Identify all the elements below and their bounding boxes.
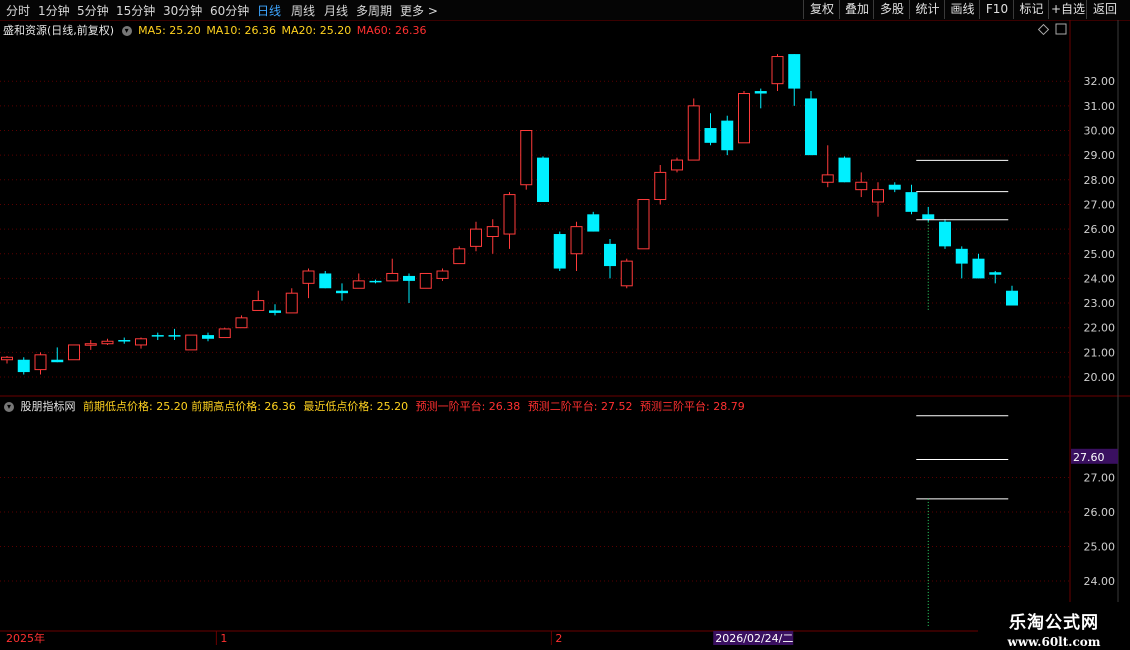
indicator-y-tick-label: 25.00 [1084, 541, 1116, 554]
candle-body-up [252, 300, 265, 311]
candle-body-up [520, 130, 533, 186]
y-tick-label: 21.00 [1084, 346, 1116, 359]
candle-body-up [135, 338, 147, 346]
candle-body-down [972, 258, 985, 279]
candle-body-down [553, 234, 566, 269]
candle-body-up [1, 356, 13, 361]
cursor-date-label: 2026/02/24/二 [715, 632, 793, 645]
candle-body-down [118, 340, 131, 342]
candle-body-down [788, 54, 801, 89]
candle-body-down [721, 120, 734, 151]
candle-body-up [34, 354, 47, 371]
candle-body-up [503, 194, 516, 235]
candle-body-down [805, 98, 817, 156]
candle-body-down [319, 273, 332, 289]
indicator-y-tick-label: 26.00 [1084, 506, 1116, 519]
watermark-url: www.60lt.com [1007, 635, 1101, 649]
candle-body-down [537, 157, 549, 202]
candle-body-up [486, 226, 499, 237]
candle-body-up [302, 270, 315, 284]
y-tick-label: 31.00 [1084, 100, 1116, 113]
candle-body-down [336, 290, 348, 294]
window-icon[interactable] [1055, 23, 1067, 35]
candle-body-up [84, 343, 97, 346]
y-tick-label: 20.00 [1084, 371, 1116, 384]
candle-body-down [704, 128, 717, 143]
kline-chart[interactable]: 20.00 21.00 22.00 23.00 24.00 25.00 26.00 27.00… [0, 0, 1130, 650]
candle-body-up [637, 199, 650, 250]
x-tick-label: 2025年 [6, 631, 45, 645]
candle-body-down [888, 184, 901, 190]
x-tick-label: 2 [555, 632, 562, 645]
candle-body-down [202, 335, 214, 339]
y-tick-label: 23.00 [1084, 297, 1116, 310]
y-tick-label: 26.00 [1084, 223, 1116, 236]
candle-body-down [269, 310, 281, 313]
candle-body-down [989, 272, 1002, 275]
candle-body-down [604, 243, 616, 267]
candle-body-up [218, 328, 231, 339]
candle-body-up [185, 334, 198, 351]
y-tick-label: 25.00 [1084, 248, 1116, 261]
diamond-icon[interactable] [1037, 23, 1050, 36]
candle-body-down [403, 275, 415, 281]
candle-body-up [855, 181, 868, 191]
candle-body-up [470, 228, 482, 247]
candle-body-up [771, 56, 784, 85]
y-tick-label: 27.00 [1084, 198, 1116, 211]
candle-body-down [51, 359, 64, 363]
candle-body-up [386, 272, 399, 282]
indicator-y-tick-label: 24.00 [1084, 575, 1116, 588]
watermark: 乐淘公式网 www.60lt.com [978, 602, 1130, 650]
candle-body-up [738, 93, 750, 144]
candle-body-down [838, 157, 851, 183]
candle-body-down [17, 359, 30, 373]
candle-body-down [369, 280, 382, 283]
y-tick-label: 24.00 [1084, 272, 1116, 285]
candle-body-up [872, 189, 884, 203]
y-tick-label: 28.00 [1084, 174, 1116, 187]
watermark-title: 乐淘公式网 [1009, 613, 1099, 633]
candle-body-up [68, 344, 80, 361]
y-tick-label: 30.00 [1084, 125, 1116, 138]
candle-body-up [687, 105, 700, 161]
candle-body-up [285, 292, 298, 314]
candle-body-up [570, 226, 583, 255]
candle-body-down [1006, 290, 1018, 306]
candle-body-down [955, 248, 968, 264]
candle-body-up [419, 272, 432, 289]
candle-body-down [168, 335, 181, 337]
candle-body-up [436, 270, 449, 279]
current-value-label: 27.60 [1073, 451, 1105, 464]
y-tick-label: 29.00 [1084, 149, 1116, 162]
indicator-y-tick-label: 27.00 [1084, 472, 1116, 485]
candle-body-up [453, 248, 466, 265]
candle-body-up [671, 159, 683, 171]
candle-body-up [620, 260, 633, 287]
candle-body-down [922, 214, 935, 220]
candle-body-up [235, 317, 248, 329]
candle-body-up [352, 280, 365, 289]
candle-body-up [101, 340, 114, 345]
x-tick-label: 1 [220, 632, 227, 645]
candle-body-down [905, 192, 918, 212]
y-tick-label: 32.00 [1084, 75, 1116, 88]
candle-body-down [939, 221, 951, 247]
y-tick-label: 22.00 [1084, 322, 1116, 335]
candle-body-up [654, 171, 667, 201]
candle-body-down [587, 214, 600, 232]
candle-body-down [754, 91, 767, 94]
candle-body-up [821, 174, 834, 183]
candle-body-down [151, 335, 164, 337]
